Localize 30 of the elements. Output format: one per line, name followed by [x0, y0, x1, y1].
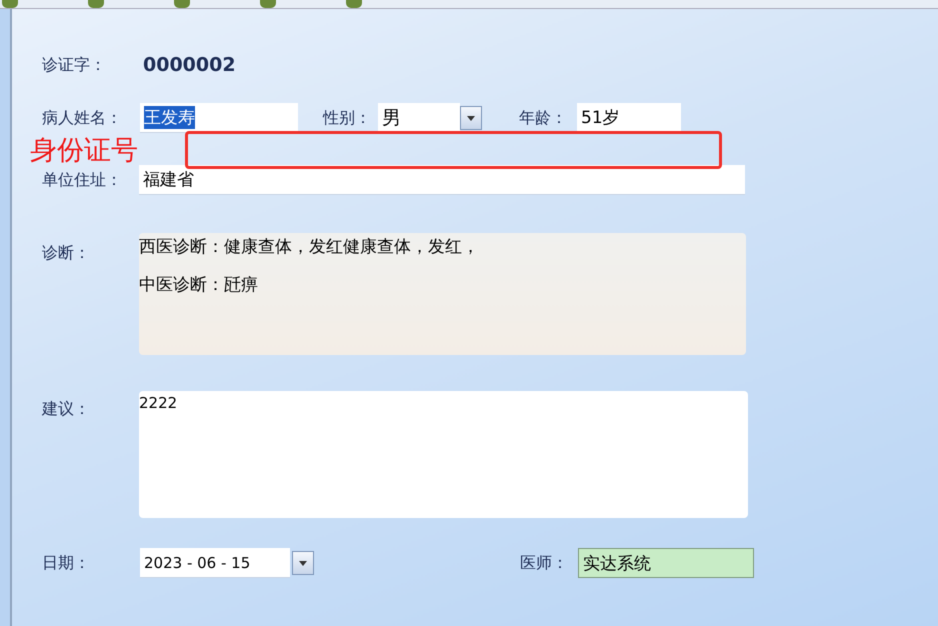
toolbar-icon[interactable] — [260, 0, 276, 8]
doctor-field[interactable]: 实达系统 — [578, 548, 754, 578]
field-label: 单位住址： — [42, 170, 123, 190]
dropdown-button[interactable] — [292, 551, 314, 575]
field-label: 建议： — [42, 398, 91, 420]
caret-icon — [299, 560, 307, 566]
diagnosis-line: 西医诊断：健康查体，发红健康查体，发红， — [139, 236, 480, 259]
field-label: 年龄： — [519, 108, 568, 128]
field-label: 诊断： — [42, 242, 91, 264]
field-label: 病人姓名： — [42, 108, 123, 128]
toolbar-icon[interactable] — [174, 0, 190, 8]
caret-icon — [467, 116, 475, 120]
field-label: 诊证字： — [42, 54, 107, 76]
toolbar-icon[interactable] — [346, 0, 362, 8]
advice-area[interactable]: 2222 — [139, 391, 748, 518]
annotation-text: 身份证号 — [30, 134, 139, 168]
diagnosis-line: 中医诊断：瓩痹 — [139, 274, 259, 297]
field-label: 性别： — [323, 108, 372, 128]
sex-dropdown[interactable]: 男 — [378, 103, 460, 133]
toolbar-icon[interactable] — [2, 0, 18, 8]
diagnosis-area[interactable]: 西医诊断：健康查体，发红健康查体，发红， 中医诊断：瓩痹 — [139, 233, 746, 355]
field-label: 医师： — [520, 552, 569, 574]
field-label: 日期： — [42, 552, 91, 574]
toolbar-icon[interactable] — [88, 0, 104, 8]
name-field[interactable]: 王发寿 — [140, 103, 298, 133]
date-field[interactable]: 2023 - 06 - 15 — [140, 548, 290, 578]
dropdown-button[interactable] — [460, 106, 482, 130]
record-number: 0000002 — [143, 54, 236, 76]
address-field[interactable]: 福建省 — [139, 165, 745, 195]
age-field[interactable]: 51岁 — [577, 103, 681, 133]
